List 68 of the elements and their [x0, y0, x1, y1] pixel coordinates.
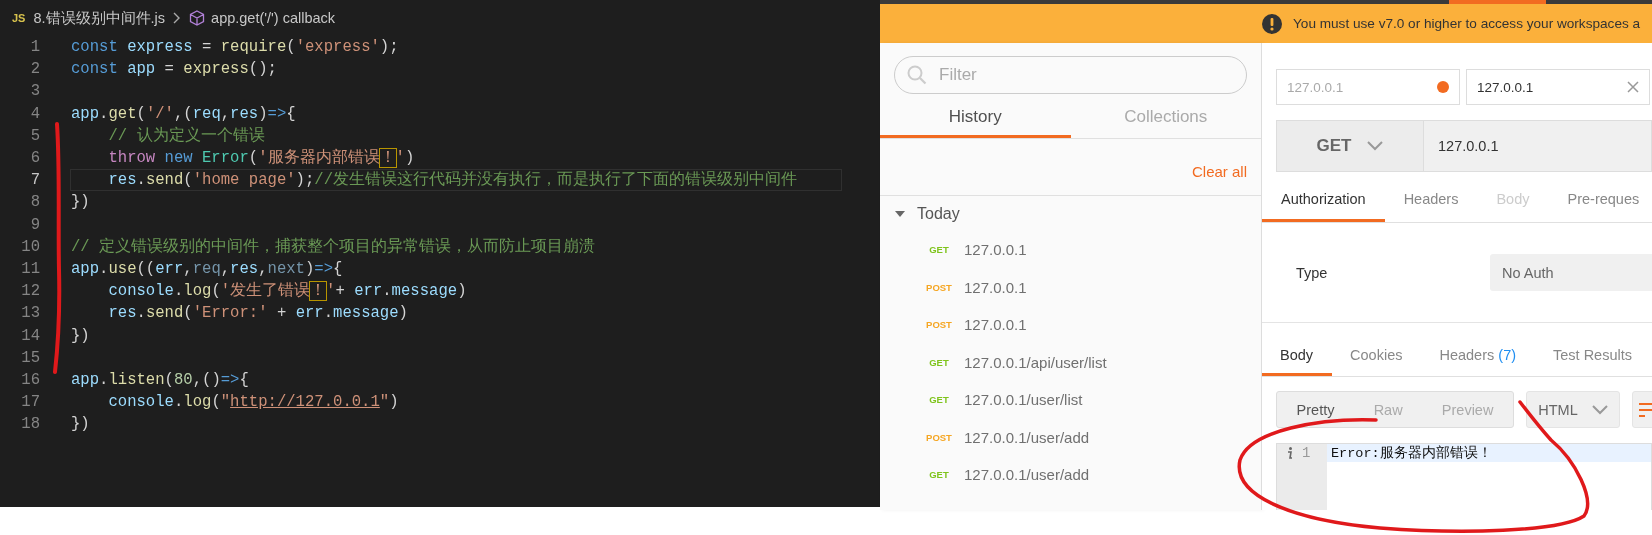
- line-number: 4: [29, 104, 40, 123]
- code-line: app.get('/',(req,res)=>{: [70, 103, 297, 125]
- response-tab[interactable]: Test Results: [1535, 336, 1651, 376]
- history-item[interactable]: 127.0.0.1/user/list: [964, 391, 1083, 409]
- method-label: GET: [928, 356, 950, 368]
- method-label: GET: [928, 394, 950, 406]
- code-line: // 定义错误级别的中间件，捕获整个项目的异常错误，从而防止项目崩溃: [70, 236, 597, 258]
- line-number: 14: [20, 326, 40, 345]
- method-label: POST: [925, 319, 953, 331]
- line-number: 15: [20, 348, 40, 367]
- line-number: 10: [20, 237, 40, 256]
- line-number: 12: [20, 282, 40, 301]
- format-dropdown[interactable]: HTML: [1526, 391, 1620, 428]
- response-tab[interactable]: Headers (7): [1421, 336, 1536, 376]
- line-number: 7: [29, 171, 40, 190]
- response-text: Error:服务器内部错误！: [1330, 444, 1492, 462]
- request-section-tab[interactable]: Headers: [1384, 178, 1478, 222]
- filter-field[interactable]: Filter: [894, 56, 1247, 94]
- banner-text: You must use v7.0 or higher to access your workspaces a: [1293, 16, 1641, 31]
- method-label: GET: [928, 469, 950, 481]
- response-tab[interactable]: Cookies: [1332, 336, 1422, 376]
- history-item[interactable]: 127.0.0.1: [964, 241, 1027, 259]
- line-number: 1: [1302, 445, 1311, 461]
- history-item[interactable]: 127.0.0.1/api/user/list: [964, 353, 1107, 371]
- breadcrumb-symbol[interactable]: app.get('/') callback: [211, 10, 336, 26]
- line-number: 16: [20, 370, 40, 389]
- file-type-label: JS: [12, 12, 26, 24]
- request-section-tab[interactable]: Pre-reques: [1548, 178, 1652, 222]
- request-section-tab[interactable]: Authorization: [1262, 178, 1385, 222]
- line-number: 1: [29, 38, 40, 57]
- code-line: console.log("http://127.0.0.1"): [107, 392, 400, 414]
- line-number: 13: [20, 304, 40, 323]
- line-number: 11: [20, 259, 40, 278]
- history-item[interactable]: 127.0.0.1/user/add: [964, 428, 1090, 446]
- history-item[interactable]: 127.0.0.1: [964, 278, 1027, 296]
- method-label: POST: [925, 431, 953, 443]
- auth-type-dropdown[interactable]: No Auth: [1490, 254, 1652, 291]
- line-number: 6: [29, 149, 40, 168]
- request-tab[interactable]: 127.0.0.1: [1466, 69, 1650, 105]
- code-line: }): [70, 414, 91, 436]
- code-line: app.listen(80,()=>{: [70, 369, 250, 391]
- line-number: 5: [29, 126, 40, 145]
- code-line: const express = require('express');: [70, 37, 400, 59]
- code-line: res.send('Error:' + err.message): [107, 303, 409, 325]
- history-item[interactable]: 127.0.0.1/user/add: [964, 466, 1090, 484]
- response-tab[interactable]: Body: [1262, 336, 1333, 376]
- line-number: 2: [29, 60, 40, 79]
- sidebar-tab[interactable]: History: [880, 98, 1071, 138]
- code-line: console.log('发生了错误！'+ err.message): [107, 280, 468, 303]
- line-number: 9: [29, 215, 40, 234]
- line-number: 18: [20, 415, 40, 434]
- line-number: 8: [29, 193, 40, 212]
- clear-all-link[interactable]: Clear all: [1191, 162, 1247, 180]
- history-item[interactable]: 127.0.0.1: [964, 316, 1027, 334]
- code-line: app.use((err,req,res,next)=>{: [70, 258, 344, 280]
- code-line: // 认为定义一个错误: [107, 125, 266, 147]
- line-number: 17: [20, 393, 40, 412]
- code-line: }): [70, 192, 91, 214]
- code-line: throw new Error('服务器内部错误！'): [107, 148, 416, 170]
- type-label: Type: [1296, 264, 1329, 281]
- history-group-label: Today: [917, 204, 960, 223]
- breadcrumb-file[interactable]: 8.错误级别中间件.js: [33, 8, 166, 28]
- line-number: 3: [29, 82, 40, 101]
- method-label: GET: [928, 244, 950, 256]
- code-line: const app = express();: [70, 59, 278, 81]
- method-label: POST: [925, 281, 953, 293]
- view-mode-option[interactable]: Pretty: [1296, 401, 1335, 418]
- code-line: }): [70, 325, 91, 347]
